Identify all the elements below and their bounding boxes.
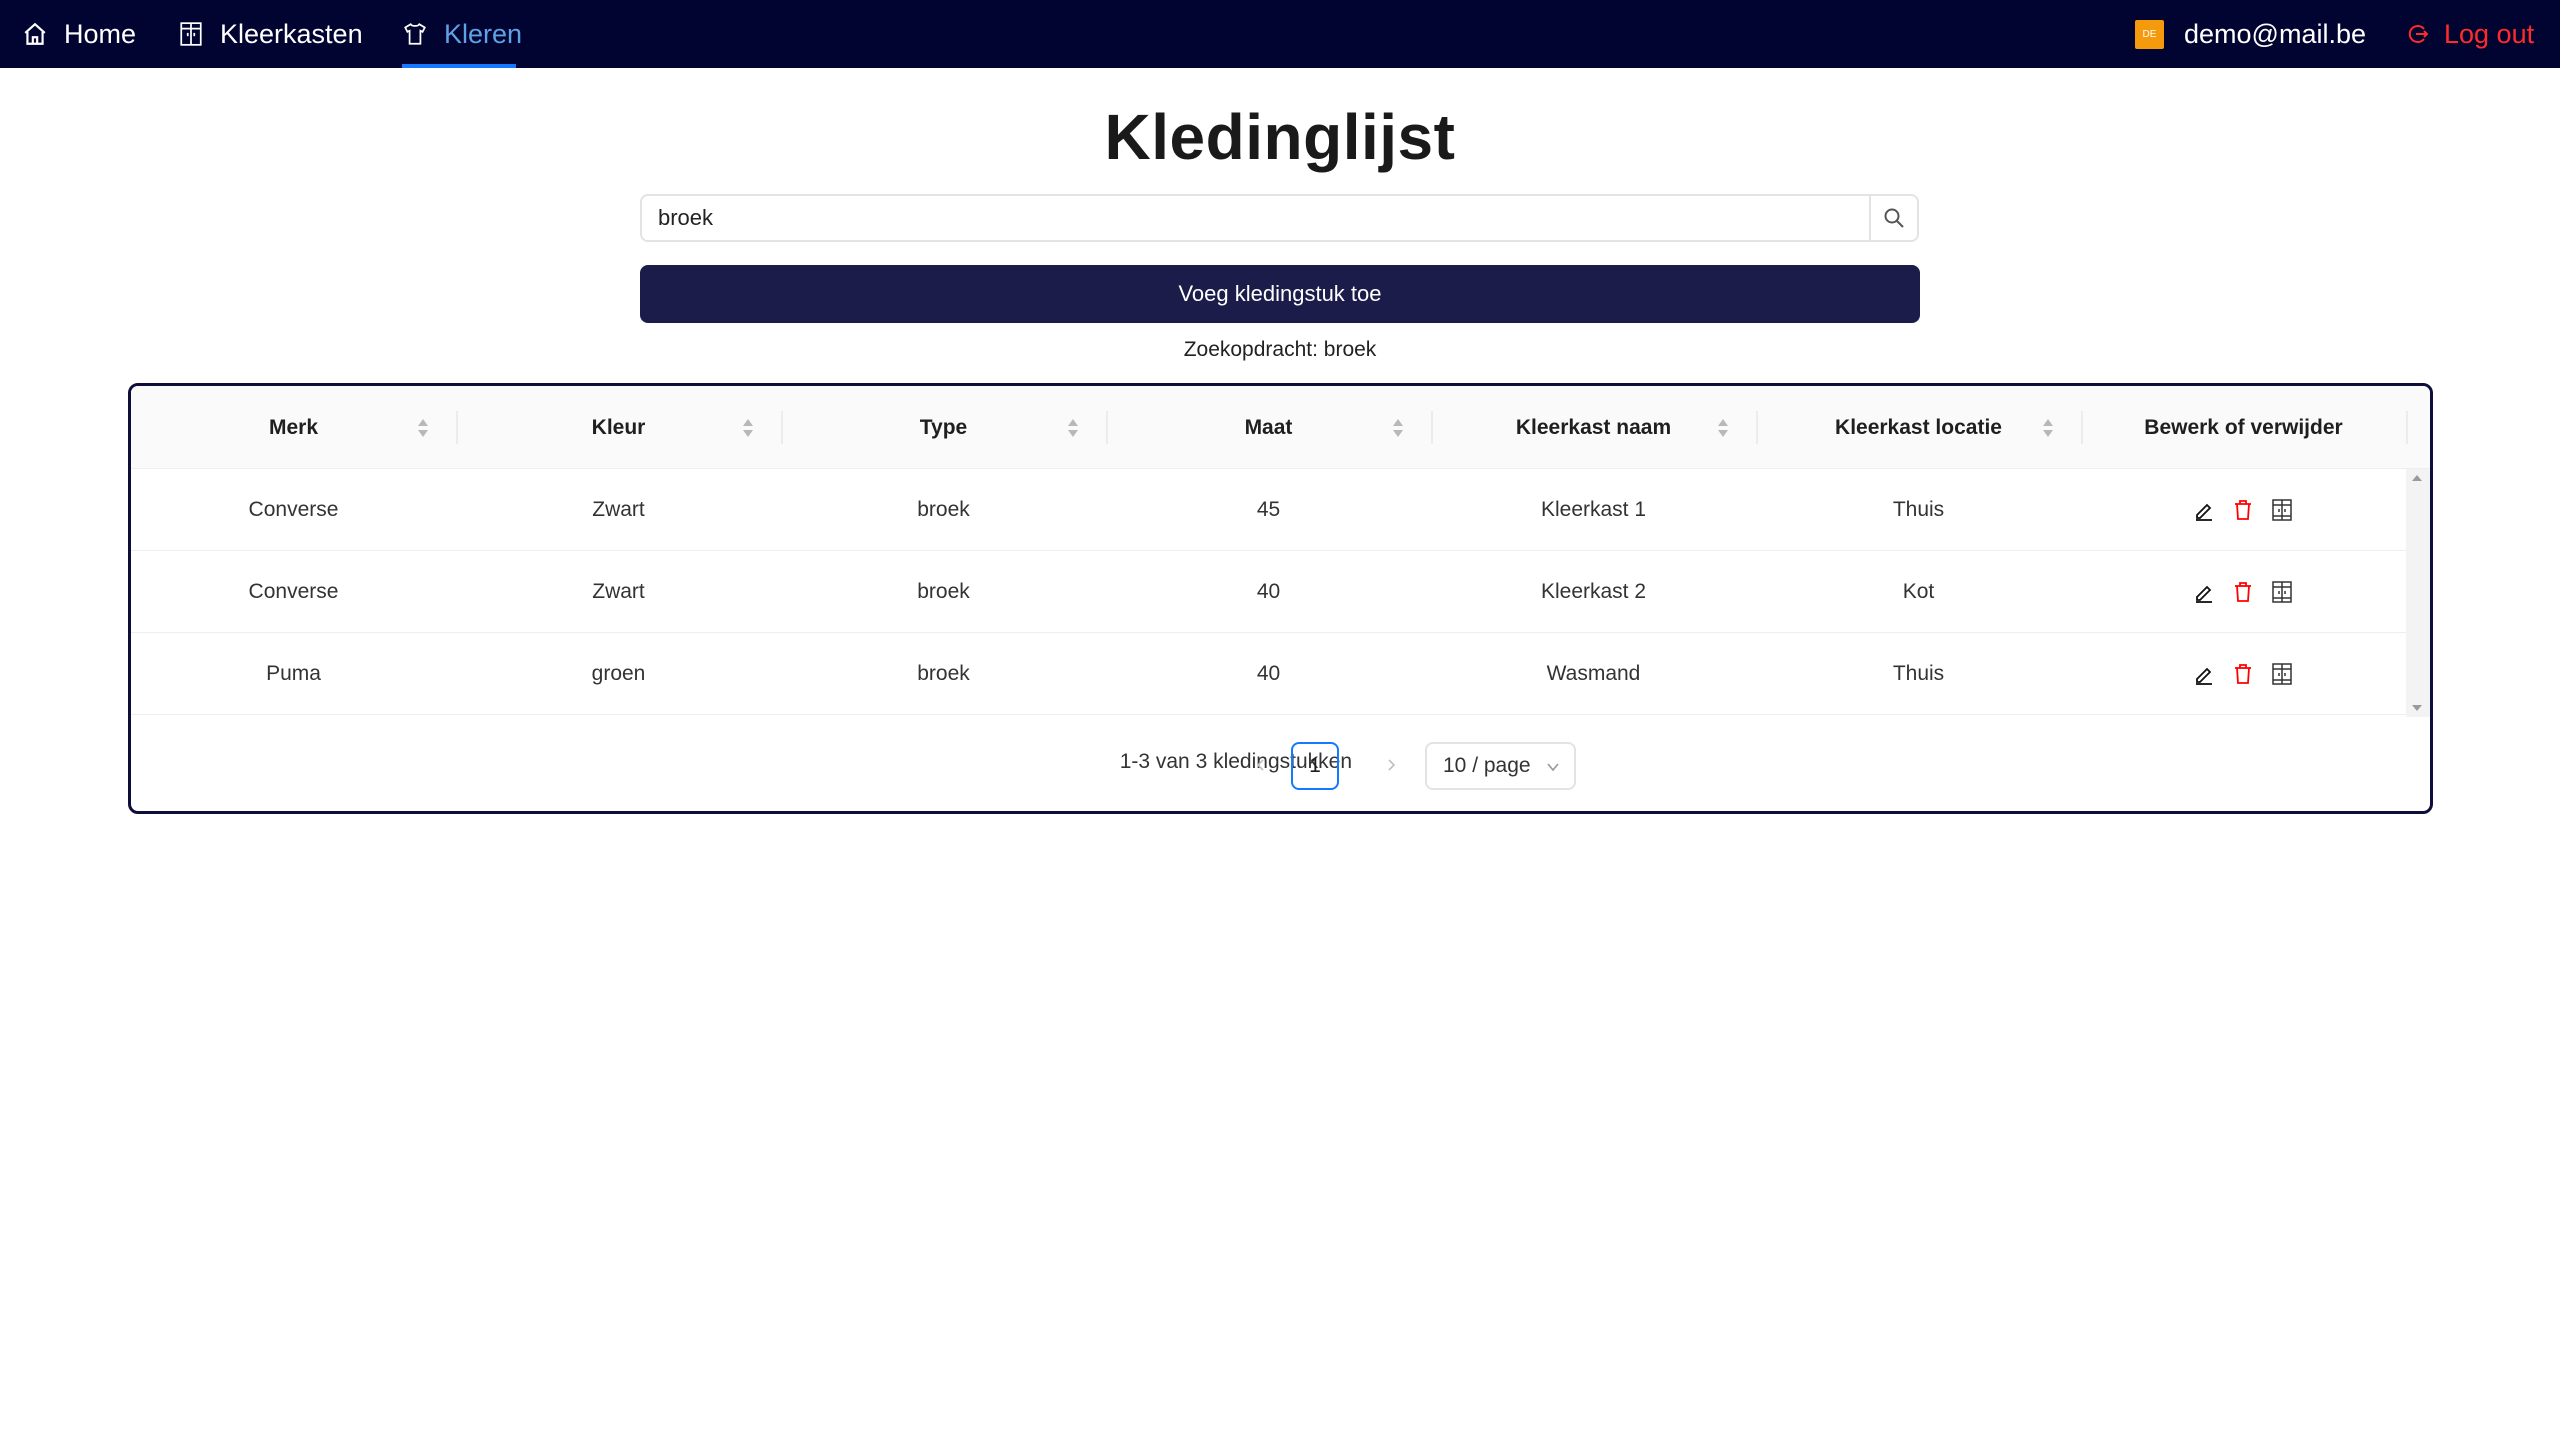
nav-home-label: Home bbox=[64, 18, 137, 49]
delete-button[interactable] bbox=[2230, 497, 2256, 523]
column-header-type[interactable]: Type bbox=[781, 386, 1106, 469]
column-header-merk[interactable]: Merk bbox=[131, 386, 456, 469]
add-clothing-button[interactable]: Voeg kledingstuk toe bbox=[640, 265, 1920, 323]
sort-icon[interactable] bbox=[1391, 415, 1405, 441]
active-tab-indicator bbox=[402, 64, 516, 68]
cell-merk: Converse bbox=[248, 498, 339, 521]
move-to-wardrobe-button[interactable] bbox=[2269, 497, 2295, 523]
shirt-icon bbox=[404, 23, 426, 45]
table-row: Converse Zwart broek 45 Kleerkast 1 Thui… bbox=[131, 469, 2406, 551]
cell-kleerkast-naam: Kleerkast 2 bbox=[1540, 580, 1647, 603]
user-email: demo@mail.be bbox=[2184, 18, 2366, 49]
nav-kleerkasten[interactable]: Kleerkasten bbox=[178, 0, 363, 68]
pagination-page[interactable]: 1 bbox=[1291, 742, 1339, 790]
cell-kleerkast-locatie: Kot bbox=[1902, 580, 1935, 603]
scroll-down-arrow[interactable] bbox=[2412, 705, 2422, 711]
row-actions bbox=[2191, 469, 2308, 551]
trash-icon bbox=[2235, 582, 2251, 602]
wardrobe-icon bbox=[2272, 499, 2292, 521]
logout-button[interactable]: Log out bbox=[2406, 0, 2534, 68]
navbar: Home Kleerkasten Kleren DE demo@mail.be … bbox=[0, 0, 2560, 68]
edit-button[interactable] bbox=[2191, 579, 2217, 605]
row-actions bbox=[2191, 633, 2308, 715]
home-icon bbox=[24, 22, 46, 45]
pagination-next[interactable] bbox=[1376, 750, 1406, 780]
cell-maat: 40 bbox=[1256, 580, 1281, 603]
wardrobe-icon bbox=[2272, 581, 2292, 603]
nav-kleren-label: Kleren bbox=[444, 18, 523, 49]
sort-icon[interactable] bbox=[741, 415, 755, 441]
sort-icon[interactable] bbox=[1716, 415, 1730, 441]
cell-maat: 45 bbox=[1256, 498, 1281, 521]
nav-kleerkasten-label: Kleerkasten bbox=[220, 18, 363, 49]
search-query-label: Zoekopdracht: broek bbox=[1183, 338, 1377, 361]
nav-user[interactable]: DE demo@mail.be bbox=[2135, 0, 2366, 68]
move-to-wardrobe-button[interactable] bbox=[2269, 579, 2295, 605]
cell-merk: Puma bbox=[266, 662, 321, 685]
table-scrollbar[interactable] bbox=[2406, 469, 2430, 717]
chevron-right-icon bbox=[1388, 759, 1396, 771]
wardrobe-icon bbox=[2272, 663, 2292, 685]
move-to-wardrobe-button[interactable] bbox=[2269, 661, 2295, 687]
pagination-prev[interactable] bbox=[1246, 750, 1276, 780]
logout-icon bbox=[2408, 25, 2429, 43]
scroll-up-arrow[interactable] bbox=[2412, 475, 2422, 481]
logout-label: Log out bbox=[2444, 18, 2535, 49]
avatar: DE bbox=[2135, 19, 2164, 49]
trash-icon bbox=[2235, 500, 2251, 520]
column-separator bbox=[2406, 411, 2408, 444]
clothing-table: Merk Kleur Type Maat Kleerkast naam Klee… bbox=[128, 383, 2433, 814]
nav-home[interactable]: Home bbox=[22, 0, 136, 68]
chevron-down-icon bbox=[1547, 763, 1559, 772]
search-box bbox=[640, 194, 1919, 242]
edit-icon bbox=[2196, 667, 2212, 685]
table-row: Puma groen broek 40 Wasmand Thuis bbox=[131, 633, 2406, 715]
page-size-label: 10 / page bbox=[1443, 754, 1531, 777]
column-header-acties: Bewerk of verwijder bbox=[2144, 415, 2343, 439]
sort-icon[interactable] bbox=[416, 415, 430, 441]
cell-maat: 40 bbox=[1256, 662, 1281, 685]
cell-kleerkast-naam: Kleerkast 1 bbox=[1540, 498, 1647, 521]
cell-kleerkast-locatie: Thuis bbox=[1892, 498, 1945, 521]
chevron-left-icon bbox=[1256, 759, 1264, 771]
row-actions bbox=[2191, 551, 2308, 633]
edit-icon bbox=[2196, 503, 2212, 521]
cell-type: broek bbox=[917, 662, 970, 685]
page-size-select[interactable]: 10 / page bbox=[1425, 742, 1576, 790]
delete-button[interactable] bbox=[2230, 661, 2256, 687]
column-header-kleerkast-naam[interactable]: Kleerkast naam bbox=[1431, 386, 1756, 469]
page-title: Kledinglijst bbox=[1104, 101, 1456, 173]
edit-button[interactable] bbox=[2191, 661, 2217, 687]
search-button[interactable] bbox=[1869, 196, 1917, 240]
search-input[interactable] bbox=[642, 196, 1869, 240]
column-header-kleerkast-locatie[interactable]: Kleerkast locatie bbox=[1756, 386, 2081, 469]
cell-kleur: Zwart bbox=[592, 580, 645, 603]
delete-button[interactable] bbox=[2230, 579, 2256, 605]
table-row: Converse Zwart broek 40 Kleerkast 2 Kot bbox=[131, 551, 2406, 633]
search-icon bbox=[1884, 208, 1904, 228]
table-header: Merk Kleur Type Maat Kleerkast naam Klee… bbox=[131, 386, 2430, 469]
sort-icon[interactable] bbox=[1066, 415, 1080, 441]
cell-type: broek bbox=[917, 498, 970, 521]
cell-type: broek bbox=[917, 580, 970, 603]
cell-kleur: Zwart bbox=[592, 498, 645, 521]
cell-merk: Converse bbox=[248, 580, 339, 603]
cell-kleerkast-locatie: Thuis bbox=[1892, 662, 1945, 685]
sort-icon[interactable] bbox=[2041, 415, 2055, 441]
nav-kleren[interactable]: Kleren bbox=[402, 0, 522, 68]
trash-icon bbox=[2235, 664, 2251, 684]
cell-kleur: groen bbox=[591, 662, 646, 685]
column-header-maat[interactable]: Maat bbox=[1106, 386, 1431, 469]
edit-button[interactable] bbox=[2191, 497, 2217, 523]
edit-icon bbox=[2196, 585, 2212, 603]
cell-kleerkast-naam: Wasmand bbox=[1546, 662, 1641, 685]
wardrobe-icon bbox=[180, 22, 202, 46]
column-header-kleur[interactable]: Kleur bbox=[456, 386, 781, 469]
